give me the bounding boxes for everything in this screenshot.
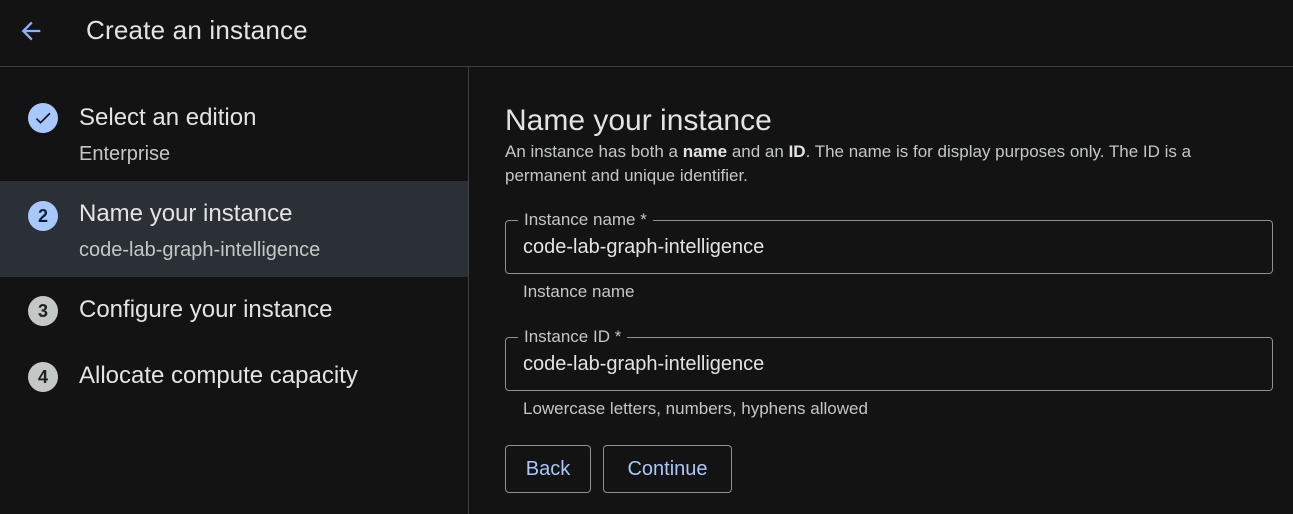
step-title: Name your instance xyxy=(79,200,293,227)
step-subtitle: code-lab-graph-intelligence xyxy=(79,239,321,261)
step-select-edition[interactable]: Select an edition Enterprise xyxy=(0,67,468,181)
stepper-sidebar: Select an edition Enterprise 2 Name your… xyxy=(0,67,469,514)
arrow-back-icon xyxy=(21,21,41,41)
back-button[interactable] xyxy=(14,14,48,48)
checkmark-icon xyxy=(35,112,51,124)
check-circle-icon xyxy=(28,103,58,133)
step-number-badge: 3 xyxy=(28,296,58,326)
instance-id-hint: Lowercase letters, numbers, hyphens allo… xyxy=(523,399,868,418)
page-title: Create an instance xyxy=(86,15,308,45)
section-description: An instance has both a name and an ID. T… xyxy=(505,140,1245,188)
section-title: Name your instance xyxy=(505,104,772,137)
description-text: and an xyxy=(727,142,789,161)
step-title: Configure your instance xyxy=(79,296,333,323)
step-subtitle: Enterprise xyxy=(79,143,171,165)
back-step-button[interactable]: Back xyxy=(505,445,591,493)
instance-name-label: Instance name * xyxy=(518,209,653,231)
instance-name-input[interactable] xyxy=(523,233,1223,261)
step-number-badge: 2 xyxy=(28,201,58,231)
instance-id-field: Instance ID * xyxy=(505,326,1273,391)
step-allocate-compute[interactable]: 4 Allocate compute capacity xyxy=(0,343,468,409)
instance-name-field: Instance name * xyxy=(505,209,1273,274)
continue-button[interactable]: Continue xyxy=(603,445,732,493)
description-bold: ID xyxy=(788,142,806,161)
main-panel: Name your instance An instance has both … xyxy=(469,67,1293,514)
step-configure-instance[interactable]: 3 Configure your instance xyxy=(0,277,468,343)
step-title: Select an edition xyxy=(79,104,257,131)
description-text: An instance has both a xyxy=(505,142,683,161)
description-bold: name xyxy=(682,142,728,161)
step-number-badge: 4 xyxy=(28,362,58,392)
header-bar: Create an instance xyxy=(0,0,1293,67)
instance-name-hint: Instance name xyxy=(523,282,635,301)
step-name-instance[interactable]: 2 Name your instance code-lab-graph-inte… xyxy=(0,181,468,277)
instance-id-label: Instance ID * xyxy=(518,326,628,348)
instance-id-input[interactable] xyxy=(523,350,1223,378)
step-title: Allocate compute capacity xyxy=(79,362,358,389)
